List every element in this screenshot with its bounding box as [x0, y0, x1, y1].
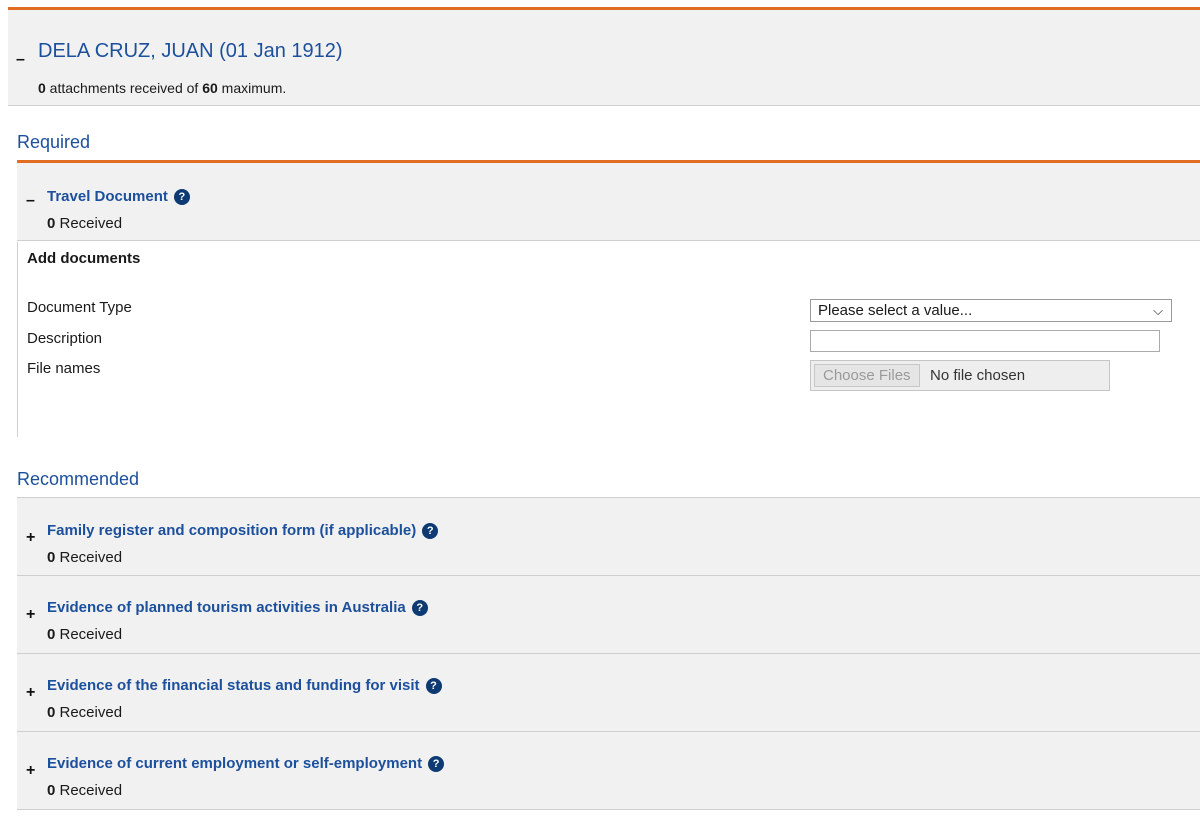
document-title-link[interactable]: Travel Document?	[47, 188, 190, 205]
required-section-title: Required	[17, 132, 91, 152]
help-icon[interactable]: ?	[425, 678, 442, 694]
help-icon[interactable]: ?	[422, 523, 439, 539]
add-documents-panel: Add documents Document Type Description …	[17, 242, 1200, 437]
file-status-text: No file chosen	[930, 367, 1026, 384]
applicant-header: – DELA CRUZ, JUAN (01 Jan 1912) 0 attach…	[8, 10, 1200, 106]
attachments-maximum-text: maximum.	[217, 80, 287, 96]
file-names-label: File names	[27, 360, 101, 377]
received-label: Received	[55, 626, 123, 643]
document-employment: + Evidence of current employment or self…	[17, 732, 1200, 810]
help-icon[interactable]: ?	[173, 189, 190, 205]
expand-toggle[interactable]: +	[26, 763, 35, 779]
received-label: Received	[55, 704, 123, 721]
document-type-selected-value[interactable]: Please select a value...	[818, 302, 972, 319]
document-financial-status: + Evidence of the financial status and f…	[17, 654, 1200, 732]
chevron-down-icon[interactable]: ⌵	[1153, 300, 1163, 321]
choose-files-button[interactable]: Choose Files	[814, 364, 920, 387]
received-label: Received	[55, 215, 123, 232]
document-tourism-activities: + Evidence of planned tourism activities…	[17, 576, 1200, 654]
description-field[interactable]	[810, 330, 1160, 352]
description-label: Description	[27, 330, 103, 347]
help-icon[interactable]: ?	[411, 600, 428, 616]
received-count: 0 Received	[47, 549, 122, 566]
document-travel-document: – Travel Document? 0 Received	[17, 163, 1200, 241]
applicant-name-link[interactable]: DELA CRUZ, JUAN (01 Jan 1912)	[38, 40, 343, 63]
received-count: 0 Received	[47, 626, 122, 643]
document-title[interactable]: Evidence of the financial status and fun…	[47, 677, 420, 694]
document-title[interactable]: Family register and composition form (if…	[47, 522, 416, 539]
received-label: Received	[55, 782, 123, 799]
attachments-received-count: 0	[38, 80, 46, 96]
document-title[interactable]: Evidence of planned tourism activities i…	[47, 599, 406, 616]
document-title-link[interactable]: Evidence of current employment or self-e…	[47, 755, 445, 772]
document-title-link[interactable]: Family register and composition form (if…	[47, 522, 439, 539]
recommended-section-title: Recommended	[17, 469, 140, 489]
add-documents-title: Add documents	[27, 250, 141, 267]
document-type-label: Document Type	[27, 299, 132, 316]
document-title-link[interactable]: Evidence of the financial status and fun…	[47, 677, 442, 694]
attachments-maximum: 60	[202, 80, 218, 96]
attachments-received-text: attachments received of	[45, 80, 203, 96]
document-title[interactable]: Evidence of current employment or self-e…	[47, 755, 422, 772]
document-type-select[interactable]: Please select a value... ⌵	[810, 299, 1172, 322]
received-count: 0 Received	[47, 215, 122, 232]
expand-toggle[interactable]: +	[26, 685, 35, 701]
attachment-summary: 0 attachments received of 60 maximum.	[38, 80, 286, 96]
document-family-register: + Family register and composition form (…	[17, 497, 1200, 576]
received-count: 0 Received	[47, 704, 122, 721]
collapse-toggle[interactable]: –	[16, 52, 25, 68]
document-title[interactable]: Travel Document	[47, 188, 168, 205]
help-icon[interactable]: ?	[428, 756, 445, 772]
received-label: Received	[55, 549, 123, 566]
expand-toggle[interactable]: +	[26, 530, 35, 546]
collapse-toggle[interactable]: –	[26, 193, 35, 209]
received-count: 0 Received	[47, 782, 122, 799]
file-upload-field[interactable]: Choose Files No file chosen	[810, 360, 1110, 391]
document-title-link[interactable]: Evidence of planned tourism activities i…	[47, 599, 428, 616]
expand-toggle[interactable]: +	[26, 607, 35, 623]
